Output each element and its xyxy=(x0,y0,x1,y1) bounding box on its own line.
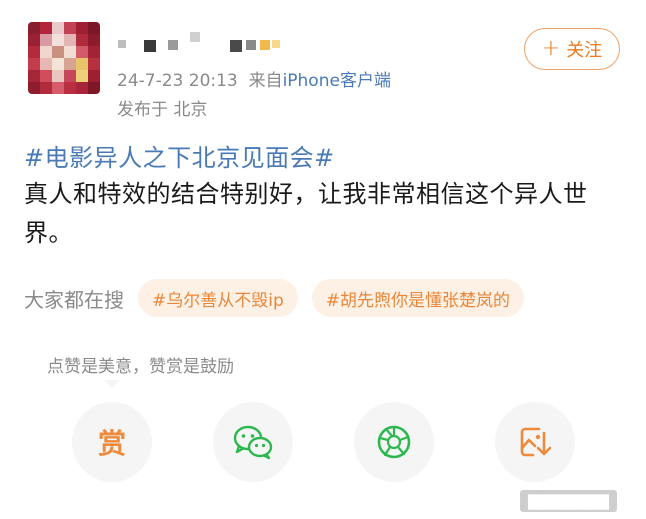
post-source-link[interactable]: iPhone客户端 xyxy=(283,71,391,91)
topic-hashtag-link[interactable]: #电影异人之下北京见面会# xyxy=(24,138,335,173)
wechat-icon xyxy=(233,425,273,460)
avatar[interactable] xyxy=(28,22,100,94)
tip-pointer xyxy=(104,380,120,388)
post-timestamp: 24-7-23 20:13 xyxy=(117,71,238,91)
save-image-button[interactable] xyxy=(495,402,575,482)
share-wechat-button[interactable] xyxy=(213,402,293,482)
plus-icon: + xyxy=(541,36,561,61)
trending-search-chip[interactable]: #乌尔善从不毁ip xyxy=(138,279,298,317)
trending-search-row: 大家都在搜 #乌尔善从不毁ip #胡先煦你是懂张楚岚的 xyxy=(24,278,538,318)
moments-icon xyxy=(377,425,411,459)
post-location: 发布于 北京 xyxy=(117,100,208,120)
follow-label: 关注 xyxy=(566,40,603,61)
trending-search-chip[interactable]: #胡先煦你是懂张楚岚的 xyxy=(311,279,525,317)
save-image-icon xyxy=(520,427,552,457)
post-meta: 24-7-23 20:13 来自iPhone客户端 xyxy=(117,66,391,91)
reward-button[interactable]: 赏 xyxy=(72,402,152,482)
watermark: ▇▇▇▇▇▇▇ xyxy=(520,490,617,512)
source-prefix: 来自 xyxy=(248,71,283,91)
reward-tip: 点赞是美意，赞赏是鼓励 xyxy=(47,357,234,377)
reward-icon: 赏 xyxy=(97,427,126,460)
post-content: 真人和特效的结合特别好，让我非常相信这个异人世界。 xyxy=(24,180,588,247)
trending-search-label: 大家都在搜 xyxy=(24,287,124,312)
share-moments-button[interactable] xyxy=(354,402,434,482)
follow-button[interactable]: + 关注 xyxy=(524,28,620,70)
